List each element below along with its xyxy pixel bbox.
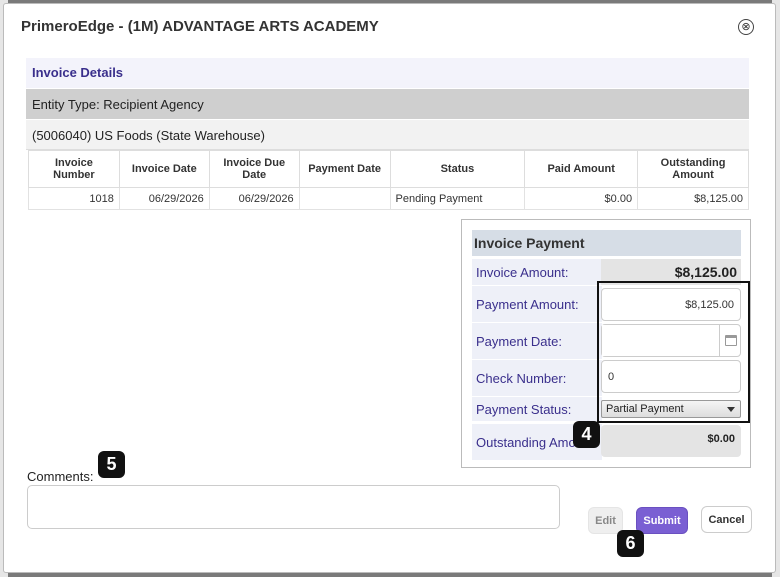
close-icon[interactable]: ⊗ bbox=[738, 19, 754, 35]
cancel-button[interactable]: Cancel bbox=[701, 506, 752, 533]
payment-status-label: Payment Status: bbox=[472, 397, 602, 421]
payment-date-label: Payment Date: bbox=[472, 323, 602, 359]
table-header-row: Invoice Number Invoice Date Invoice Due … bbox=[28, 150, 749, 188]
payment-amount-input[interactable] bbox=[601, 288, 741, 321]
invoice-amount-label: Invoice Amount: bbox=[472, 259, 602, 285]
callout-badge-4: 4 bbox=[573, 421, 600, 448]
column-header[interactable]: Invoice Due Date bbox=[208, 150, 300, 188]
submit-button[interactable]: Submit bbox=[636, 507, 688, 534]
invoice-number-cell: 1018 bbox=[28, 187, 120, 210]
invoice-details-header: Invoice Details bbox=[26, 58, 749, 88]
due-date-cell: 06/29/2026 bbox=[208, 187, 300, 210]
table-row: 1018 06/29/2026 06/29/2026 Pending Payme… bbox=[28, 187, 749, 210]
calendar-button[interactable] bbox=[719, 325, 741, 356]
column-header[interactable]: Status bbox=[389, 150, 526, 188]
column-header[interactable]: Paid Amount bbox=[524, 150, 639, 188]
payment-status-select[interactable]: Partial Payment bbox=[601, 400, 741, 418]
column-header[interactable]: Invoice Number bbox=[28, 150, 120, 188]
payment-date-cell bbox=[298, 187, 391, 210]
invoice-payment-title: Invoice Payment bbox=[472, 230, 741, 256]
check-number-input[interactable] bbox=[601, 360, 741, 393]
status-cell: Pending Payment bbox=[389, 187, 526, 210]
invoice-amount-value: $8,125.00 bbox=[601, 259, 741, 285]
outstanding-amount-cell: $8,125.00 bbox=[637, 187, 749, 210]
callout-badge-6: 6 bbox=[617, 530, 644, 557]
callout-badge-5: 5 bbox=[98, 451, 125, 478]
column-header[interactable]: Outstanding Amount bbox=[637, 150, 749, 188]
column-header[interactable]: Payment Date bbox=[298, 150, 391, 188]
invoice-date-cell: 06/29/2026 bbox=[118, 187, 210, 210]
comments-textarea[interactable] bbox=[27, 485, 560, 529]
entity-type-row: Entity Type: Recipient Agency bbox=[26, 89, 749, 119]
invoice-table: Invoice Number Invoice Date Invoice Due … bbox=[28, 150, 749, 210]
column-header[interactable]: Invoice Date bbox=[118, 150, 210, 188]
comments-label: Comments: bbox=[27, 469, 94, 484]
outstanding-amount-value: $0.00 bbox=[601, 425, 741, 457]
calendar-icon bbox=[724, 335, 737, 346]
vendor-row: (5006040) US Foods (State Warehouse) bbox=[26, 120, 749, 150]
payment-date-field bbox=[601, 324, 741, 357]
modal-title: PrimeroEdge - (1M) ADVANTAGE ARTS ACADEM… bbox=[21, 18, 379, 35]
check-number-label: Check Number: bbox=[472, 360, 602, 396]
payment-date-input[interactable] bbox=[602, 325, 714, 356]
payment-status-selected: Partial Payment bbox=[606, 403, 684, 415]
payment-amount-label: Payment Amount: bbox=[472, 286, 602, 322]
edit-button[interactable]: Edit bbox=[588, 507, 623, 534]
invoice-payment-panel: Invoice Payment Invoice Amount: $8,125.0… bbox=[461, 219, 751, 468]
paid-amount-cell: $0.00 bbox=[524, 187, 639, 210]
chevron-down-icon bbox=[727, 407, 735, 412]
